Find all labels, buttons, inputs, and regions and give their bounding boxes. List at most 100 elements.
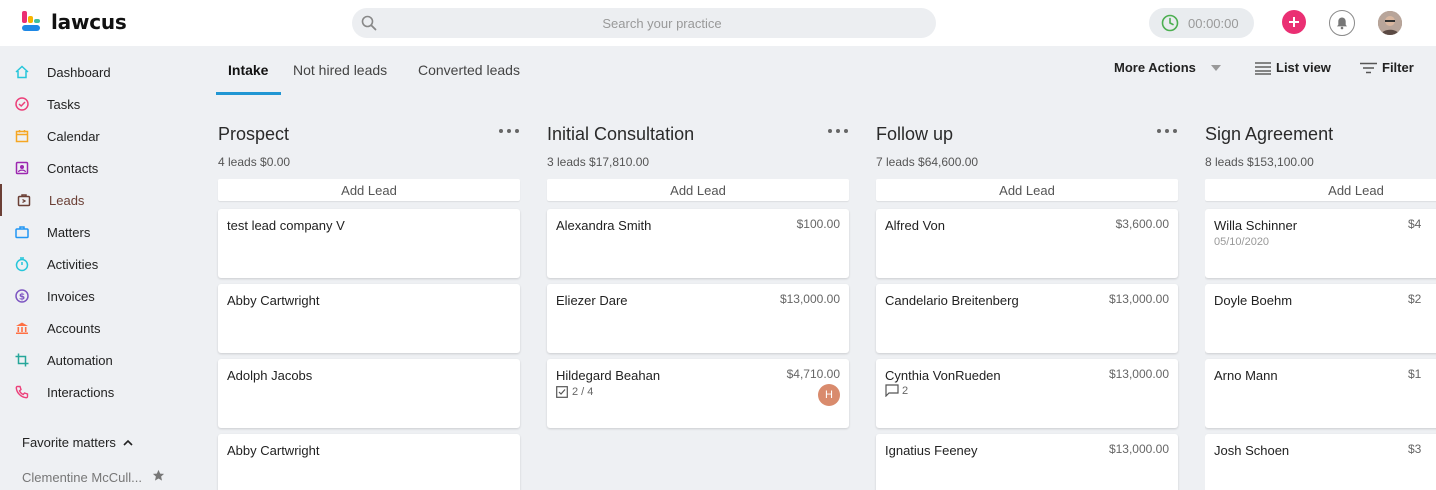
lead-name: test lead company V <box>227 218 345 233</box>
sidebar-item-activities[interactable]: Activities <box>0 248 200 280</box>
favorite-matters-toggle[interactable]: Favorite matters <box>22 435 134 450</box>
lead-date: 05/10/2020 <box>1214 236 1270 248</box>
star-icon[interactable] <box>152 469 165 482</box>
sidebar-item-label: Interactions <box>47 384 115 400</box>
lead-card[interactable]: Willa Schinner $4 05/10/2020 <box>1205 209 1436 278</box>
sidebar-item-label: Invoices <box>47 288 95 304</box>
leads-icon <box>16 192 32 208</box>
lead-name: Eliezer Dare <box>556 293 628 308</box>
phone-icon <box>14 384 30 400</box>
lead-name: Doyle Boehm <box>1214 293 1293 308</box>
lead-card[interactable]: Abby Cartwright <box>218 284 520 353</box>
lead-card[interactable]: Cynthia VonRueden $13,000.00 2 <box>876 359 1178 428</box>
lead-name: Candelario Breitenberg <box>885 293 1019 308</box>
lead-card[interactable]: Alexandra Smith $100.00 <box>547 209 849 278</box>
sidebar-item-contacts[interactable]: Contacts <box>0 152 200 184</box>
lead-card[interactable]: test lead company V <box>218 209 520 278</box>
stopwatch-icon <box>14 256 30 272</box>
filter-label: Filter <box>1382 60 1414 75</box>
favorite-matters-title: Favorite matters <box>22 435 116 450</box>
comment-icon <box>885 384 899 397</box>
column-title: Sign Agreement <box>1205 124 1334 144</box>
lead-card[interactable]: Candelario Breitenberg $13,000.00 <box>876 284 1178 353</box>
lead-name: Cynthia VonRueden <box>885 368 1001 383</box>
quick-add-button[interactable] <box>1282 10 1306 34</box>
briefcase-icon <box>14 224 30 240</box>
lead-amount: $4,710.00 <box>786 367 840 381</box>
column-summary: 4 leads $0.00 <box>218 155 291 169</box>
tab-not-hired-leads[interactable]: Not hired leads <box>293 62 387 78</box>
user-avatar[interactable] <box>1378 11 1402 35</box>
list-view-button[interactable]: List view <box>1255 60 1331 75</box>
column-summary: 7 leads $64,600.00 <box>876 155 979 169</box>
active-tab-indicator <box>216 92 281 95</box>
lead-card[interactable]: Hildegard Beahan $4,710.00 2 / 4 H <box>547 359 849 428</box>
search-bar[interactable] <box>352 8 936 38</box>
chevron-up-icon <box>123 439 133 446</box>
clock-icon <box>1161 14 1179 32</box>
lead-card[interactable]: Doyle Boehm $2 <box>1205 284 1436 353</box>
lead-card[interactable]: Eliezer Dare $13,000.00 <box>547 284 849 353</box>
lead-card[interactable]: Adolph Jacobs <box>218 359 520 428</box>
app-logo[interactable]: lawcus <box>22 10 127 34</box>
sidebar-item-automation[interactable]: Automation <box>0 344 200 376</box>
more-options-icon[interactable] <box>1156 128 1178 134</box>
lead-name: Abby Cartwright <box>227 293 320 308</box>
user-photo-icon <box>1378 11 1402 35</box>
lead-card[interactable]: Ignatius Feeney $13,000.00 <box>876 434 1178 490</box>
sidebar-item-leads[interactable]: Leads <box>0 184 200 216</box>
lead-amount: $4 <box>1408 217 1422 231</box>
sidebar-item-interactions[interactable]: Interactions <box>0 376 200 408</box>
more-options-icon[interactable] <box>827 128 849 134</box>
task-progress: 2 / 4 <box>556 386 593 398</box>
sidebar-item-matters[interactable]: Matters <box>0 216 200 248</box>
lead-name: Arno Mann <box>1214 368 1278 383</box>
lead-amount: $100.00 <box>796 217 840 231</box>
lead-card[interactable]: Arno Mann $1 <box>1205 359 1436 428</box>
add-lead-button[interactable]: Add Lead <box>547 179 849 201</box>
sidebar-item-label: Accounts <box>47 320 101 336</box>
more-options-icon[interactable] <box>498 128 520 134</box>
check-circle-icon <box>14 96 30 112</box>
add-lead-button[interactable]: Add Lead <box>218 179 520 201</box>
assignee-avatar[interactable]: H <box>818 384 840 406</box>
tab-converted-leads[interactable]: Converted leads <box>418 62 520 78</box>
timer-button[interactable]: 00:00:00 <box>1149 8 1254 38</box>
notifications-button[interactable] <box>1329 10 1355 36</box>
sidebar-item-accounts[interactable]: Accounts <box>0 312 200 344</box>
sidebar-item-label: Activities <box>47 256 99 272</box>
lead-card[interactable]: Alfred Von $3,600.00 <box>876 209 1178 278</box>
filter-icon <box>1360 62 1377 73</box>
sidebar-item-invoices[interactable]: $ Invoices <box>0 280 200 312</box>
crop-icon <box>14 352 30 368</box>
add-lead-button[interactable]: Add Lead <box>876 179 1178 201</box>
lead-amount: $13,000.00 <box>1108 442 1169 456</box>
lead-card[interactable]: Josh Schoen $3 <box>1205 434 1436 490</box>
sidebar-item-label: Matters <box>47 224 91 240</box>
tab-intake[interactable]: Intake <box>228 62 268 78</box>
more-actions-dropdown[interactable]: More Actions <box>1114 60 1221 75</box>
lead-amount: $13,000.00 <box>1108 367 1169 381</box>
sidebar: Dashboard Tasks Calendar Contacts Leads … <box>0 46 200 490</box>
search-input[interactable] <box>392 8 932 38</box>
bell-icon <box>1337 17 1347 30</box>
favorite-matter-item[interactable]: Clementine McCull... <box>22 467 168 487</box>
column-summary: 8 leads $153,100.00 <box>1205 155 1314 169</box>
dollar-circle-icon: $ <box>14 288 30 304</box>
list-view-label: List view <box>1276 60 1331 75</box>
lead-name: Adolph Jacobs <box>227 368 313 383</box>
comment-count-text: 2 <box>902 384 909 397</box>
sidebar-item-tasks[interactable]: Tasks <box>0 88 200 120</box>
lead-card[interactable]: Abby Cartwright <box>218 434 520 490</box>
pipeline-column-sign-agreement: Sign Agreement 8 leads $153,100.00 Add L… <box>1205 118 1436 490</box>
top-bar: lawcus 00:00:00 <box>0 0 1436 46</box>
sidebar-item-dashboard[interactable]: Dashboard <box>0 56 200 88</box>
filter-button[interactable]: Filter <box>1360 60 1414 75</box>
add-lead-button[interactable]: Add Lead <box>1205 179 1436 201</box>
lead-amount: $1 <box>1408 367 1422 381</box>
lead-amount: $3 <box>1408 442 1422 456</box>
svg-text:$: $ <box>19 292 25 302</box>
lead-name: Abby Cartwright <box>227 443 320 458</box>
sidebar-item-calendar[interactable]: Calendar <box>0 120 200 152</box>
lead-name: Hildegard Beahan <box>556 368 661 383</box>
